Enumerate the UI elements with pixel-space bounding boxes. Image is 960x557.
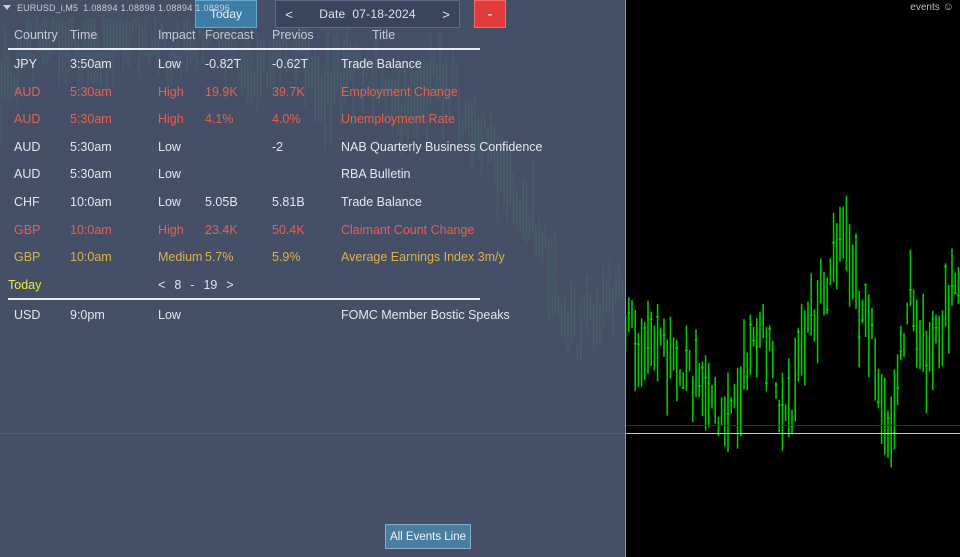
cell-time: 5:30am [70,84,112,99]
header-divider [8,48,480,50]
cell-previous: 5.81B [272,194,305,209]
cell-time: 10:0am [70,250,112,265]
column-header-previous: Previos [272,28,314,42]
minimize-button[interactable]: - [474,0,506,28]
page-navigator: <8-19 > [158,274,234,296]
date-display: Date 07-18-2024 [302,7,433,21]
cell-impact: Low [158,307,181,322]
cell-forecast: 4.1% [205,112,234,127]
cell-time: 10:0am [70,222,112,237]
page-current: 8 [174,277,182,292]
all-events-line-button[interactable]: All Events Line [385,524,471,549]
cell-previous: 4.0% [272,112,301,127]
cell-country: JPY [14,57,37,71]
table-row[interactable]: JPY 3:50am Low -0.82T -0.62T Trade Balance [0,53,626,81]
page-next-button[interactable]: > [226,274,233,296]
page-dash: - [190,277,195,292]
cell-title: Unemployment Rate [341,112,455,127]
date-word-label: Date [319,7,346,21]
cell-impact: Low [158,57,181,71]
table-row[interactable]: CHF 10:0am Low 5.05B 5.81B Trade Balance [0,191,626,219]
cell-previous: 50.4K [272,222,305,237]
triangle-down-icon[interactable] [3,5,11,10]
column-header-forecast: Forecast [205,28,254,42]
cell-impact: Low [158,167,181,182]
table-row[interactable]: GBP 10:0am High 23.4K 50.4K Claimant Count Ch… [0,219,626,247]
column-header-title: Title [372,28,396,42]
news-events-panel: Today < Date 07-18-2024 > - Country Time Im… [0,0,626,557]
column-header-country: Country [14,28,58,42]
cell-title: Claimant Count Change [341,222,475,237]
panel-toolbar: Today < Date 07-18-2024 > - [195,0,506,28]
cell-title: NAB Quarterly Business Confidence [341,139,543,154]
cell-time: 10:0am [70,194,112,209]
cell-title: FOMC Member Bostic Speaks [341,307,510,322]
cell-country: GBP [14,250,41,265]
cell-country: CHF [14,194,40,209]
cell-impact: Low [158,194,181,209]
date-next-button[interactable]: > [433,7,459,22]
cell-impact: High [158,84,184,99]
cell-previous: 39.7K [272,84,305,99]
symbol-name: EURUSD_i,M5 [17,2,79,13]
cell-country: AUD [14,112,41,127]
events-table: JPY 3:50am Low -0.82T -0.62T Trade Balance AUD… [0,53,626,331]
cell-country: USD [14,307,41,322]
cell-title: RBA Bulletin [341,167,411,182]
today-separator-label: Today [8,277,42,292]
cell-title: Employment Change [341,84,458,99]
cell-title: Average Earnings Index 3m/y [341,250,505,265]
column-header-time: Time [70,28,98,42]
table-row[interactable]: GBP 10:0am Medium 5.7% 5.9% Average Earnings … [0,246,626,274]
today-separator-row: Today <8-19 > [0,274,626,304]
cell-previous: 5.9% [272,250,301,265]
date-value: 07-18-2024 [352,7,416,21]
cell-forecast: 5.7% [205,250,234,265]
smiley-face-icon: ☺ [942,1,954,13]
cell-impact: Low [158,139,181,154]
cell-title: Trade Balance [341,194,422,209]
cell-time: 5:30am [70,167,112,182]
cell-country: AUD [14,139,41,154]
cell-forecast: 5.05B [205,194,238,209]
page-total: 19 [203,277,218,292]
table-row[interactable]: USD 9:0pm Low FOMC Member Bostic Speaks [0,304,626,332]
column-header-impact: Impact [158,28,196,42]
events-label-text: events [910,2,940,13]
cell-title: Trade Balance [341,57,422,71]
cell-country: AUD [14,167,41,182]
symbol-info-strip: EURUSD_i,M5 1.08894 1.08898 1.08894 1.08… [0,0,230,15]
cell-forecast: -0.82T [205,57,242,71]
cell-previous: -0.62T [272,57,309,71]
ohlc-values: 1.08894 1.08898 1.08894 1.08896 [83,2,231,13]
page-prev-button[interactable]: < [158,274,165,296]
table-row[interactable]: AUD 5:30am Low -2 NAB Quarterly Business Con… [0,136,626,164]
cell-time: 5:30am [70,112,112,127]
cell-previous: -2 [272,139,284,154]
cell-impact: High [158,112,184,127]
cell-country: GBP [14,222,41,237]
date-prev-button[interactable]: < [276,7,302,22]
cell-impact: High [158,222,184,237]
table-column-headers: Country Time Impact Forecast Previos Title [0,28,490,48]
cell-country: AUD [14,84,41,99]
table-row[interactable]: AUD 5:30am Low RBA Bulletin [0,163,626,191]
cell-forecast: 23.4K [205,222,238,237]
today-divider [8,297,480,300]
cell-time: 3:50am [70,57,112,71]
events-indicator: events ☺ [910,1,954,14]
cell-time: 9:0pm [70,307,105,322]
cell-time: 5:30am [70,139,112,154]
cell-forecast: 19.9K [205,84,238,99]
table-row[interactable]: AUD 5:30am High 4.1% 4.0% Unemployment Rate [0,108,626,136]
table-row[interactable]: AUD 5:30am High 19.9K 39.7K Employment Change [0,81,626,109]
date-navigator: < Date 07-18-2024 > [275,0,460,28]
cell-impact: Medium [158,250,203,265]
